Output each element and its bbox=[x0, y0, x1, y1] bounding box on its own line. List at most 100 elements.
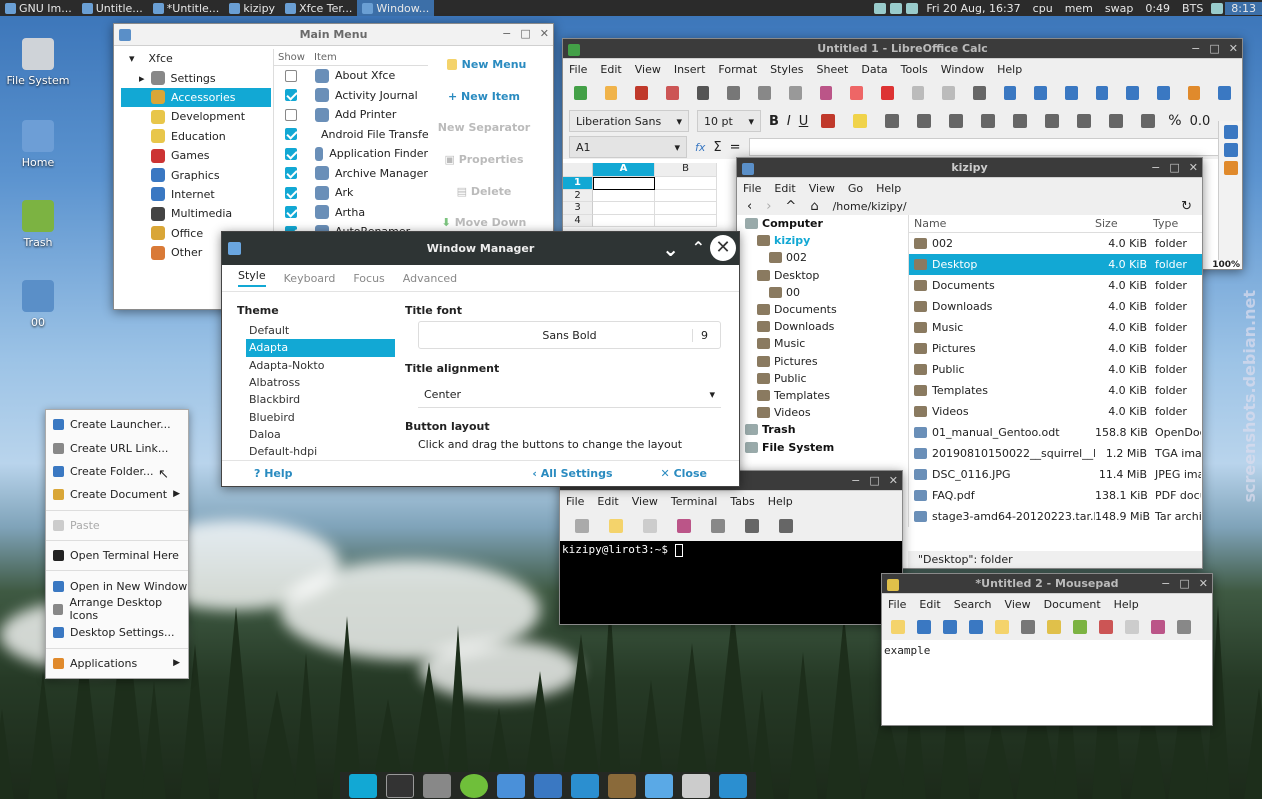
paste-icon[interactable] bbox=[819, 86, 833, 100]
up-icon[interactable]: ^ bbox=[785, 199, 796, 214]
path-bar[interactable]: /home/kizipy/ bbox=[833, 200, 1168, 213]
menu-view[interactable]: View bbox=[1005, 598, 1031, 611]
taskbar-item[interactable]: Untitle... bbox=[77, 0, 148, 16]
autofilter-icon[interactable] bbox=[1187, 86, 1201, 100]
tab-advanced[interactable]: Advanced bbox=[403, 272, 457, 285]
font-color-icon[interactable] bbox=[821, 114, 836, 128]
desktop-icon-folder-00[interactable]: 00 bbox=[3, 280, 73, 329]
minimize-button[interactable]: − bbox=[851, 474, 860, 487]
file-row[interactable]: Templates 4.0 KiB folder bbox=[909, 380, 1202, 401]
dialog-close-button[interactable]: ✕ Close bbox=[661, 467, 707, 480]
settings-manager-icon[interactable] bbox=[422, 773, 451, 798]
theme-item[interactable]: Blackbird bbox=[246, 391, 395, 408]
cell[interactable] bbox=[655, 177, 717, 190]
menu-data[interactable]: Data bbox=[861, 63, 887, 76]
open-icon[interactable] bbox=[917, 620, 931, 634]
align-bottom-icon[interactable] bbox=[1109, 114, 1124, 128]
print-icon[interactable] bbox=[696, 86, 710, 100]
context-menu-item[interactable]: Paste bbox=[46, 514, 188, 537]
context-menu-item[interactable]: Open Terminal Here bbox=[46, 544, 188, 567]
menu-window[interactable]: Window bbox=[941, 63, 984, 76]
align-top-icon[interactable] bbox=[1045, 114, 1060, 128]
category-item[interactable]: Education bbox=[121, 127, 271, 146]
col-name[interactable]: Name bbox=[909, 217, 1095, 230]
image-icon[interactable] bbox=[1218, 86, 1232, 100]
menu-view[interactable]: View bbox=[809, 182, 835, 195]
show-checkbox[interactable] bbox=[285, 108, 297, 121]
text-editor[interactable]: example bbox=[882, 640, 1212, 720]
cut-icon[interactable] bbox=[1099, 620, 1113, 634]
sidebar-item[interactable]: Trash bbox=[737, 421, 907, 438]
column-icon[interactable] bbox=[1065, 86, 1078, 100]
theme-item[interactable]: Daloa bbox=[246, 426, 395, 443]
row-header[interactable]: 1 bbox=[563, 177, 593, 190]
menu-document[interactable]: Document bbox=[1044, 598, 1101, 611]
category-item[interactable]: Accessories bbox=[121, 87, 271, 108]
row-header[interactable]: 4 bbox=[563, 214, 593, 227]
menu-tools[interactable]: Tools bbox=[901, 63, 928, 76]
category-item[interactable]: ▸ Settings bbox=[121, 68, 271, 87]
theme-item[interactable]: Albatross bbox=[246, 374, 395, 391]
taskbar-item[interactable]: Window... bbox=[357, 0, 435, 16]
help-button[interactable]: ? Help bbox=[254, 467, 293, 480]
category-item[interactable]: Games bbox=[121, 146, 271, 165]
tree-root[interactable]: ▾ Xfce bbox=[121, 49, 271, 68]
menu-view[interactable]: View bbox=[632, 495, 658, 508]
column-header-a[interactable]: A bbox=[593, 163, 655, 177]
notification-icon[interactable] bbox=[906, 2, 919, 14]
new-tab-icon[interactable] bbox=[575, 519, 589, 533]
desktop-icon-trash[interactable]: Trash bbox=[3, 200, 73, 249]
paste-icon[interactable] bbox=[677, 519, 691, 533]
category-item[interactable]: Multimedia bbox=[121, 204, 271, 223]
cell[interactable] bbox=[593, 189, 655, 202]
sort-icon[interactable] bbox=[1095, 86, 1109, 100]
cut-icon[interactable] bbox=[758, 86, 771, 100]
menu-file[interactable]: File bbox=[743, 182, 761, 195]
close-button[interactable]: ✕ bbox=[540, 27, 549, 40]
tab-keyboard[interactable]: Keyboard bbox=[284, 272, 336, 285]
minimize-button[interactable]: ⌄ bbox=[662, 237, 679, 261]
clone-icon[interactable] bbox=[850, 86, 863, 100]
redo-icon[interactable] bbox=[1073, 620, 1087, 634]
menu-file[interactable]: File bbox=[888, 598, 906, 611]
col-size[interactable]: Size bbox=[1095, 217, 1153, 230]
copy-icon[interactable] bbox=[788, 86, 802, 100]
new-icon[interactable] bbox=[574, 86, 587, 100]
show-desktop-icon[interactable] bbox=[348, 773, 377, 798]
sort-desc-icon[interactable] bbox=[1157, 86, 1170, 100]
paste-icon[interactable] bbox=[1151, 620, 1165, 634]
cell[interactable] bbox=[655, 202, 717, 215]
cell[interactable] bbox=[655, 189, 717, 202]
category-item[interactable]: Internet bbox=[121, 185, 271, 204]
align-center-icon[interactable] bbox=[917, 114, 932, 128]
reload-icon[interactable]: ↻ bbox=[1181, 199, 1192, 214]
file-row[interactable]: stage3-amd64-20120223.tar.b... 148.9 MiB T… bbox=[909, 506, 1202, 527]
menu-item-row[interactable]: Activity Journal bbox=[274, 86, 428, 106]
gear-icon[interactable] bbox=[571, 773, 599, 798]
network-icon[interactable] bbox=[874, 2, 887, 14]
underline-button[interactable]: U bbox=[799, 114, 809, 129]
weather-icon[interactable] bbox=[1211, 2, 1224, 14]
taskbar-item[interactable]: Xfce Ter... bbox=[280, 0, 357, 16]
theme-item[interactable]: Bluebird bbox=[246, 408, 395, 425]
close-doc-icon[interactable] bbox=[1021, 620, 1035, 634]
menu-format[interactable]: Format bbox=[718, 63, 757, 76]
save-icon[interactable] bbox=[943, 620, 957, 634]
currency-icon[interactable] bbox=[1141, 114, 1156, 128]
category-item[interactable]: Graphics bbox=[121, 165, 271, 184]
find-icon[interactable] bbox=[1177, 620, 1191, 634]
menu-search[interactable]: Search bbox=[954, 598, 992, 611]
new-icon[interactable] bbox=[891, 620, 905, 634]
sort-asc-icon[interactable] bbox=[1126, 86, 1140, 100]
file-row[interactable]: FAQ.pdf138.1 KiBPDF docu bbox=[909, 485, 1202, 506]
show-checkbox[interactable] bbox=[285, 89, 297, 102]
forward-icon[interactable]: › bbox=[766, 199, 771, 214]
bold-button[interactable]: B bbox=[769, 114, 779, 129]
print-preview-icon[interactable] bbox=[727, 86, 741, 100]
show-checkbox[interactable] bbox=[285, 69, 297, 82]
file-row[interactable]: Desktop 4.0 KiB folder bbox=[909, 254, 1202, 275]
title-font-button[interactable]: Sans Bold 9 bbox=[418, 321, 721, 349]
new-separator-button[interactable]: New Separator bbox=[434, 112, 534, 144]
cell[interactable] bbox=[593, 214, 655, 227]
file-row[interactable]: 01_manual_Gentoo.odt158.8 KiBOpenDocu bbox=[909, 422, 1202, 443]
